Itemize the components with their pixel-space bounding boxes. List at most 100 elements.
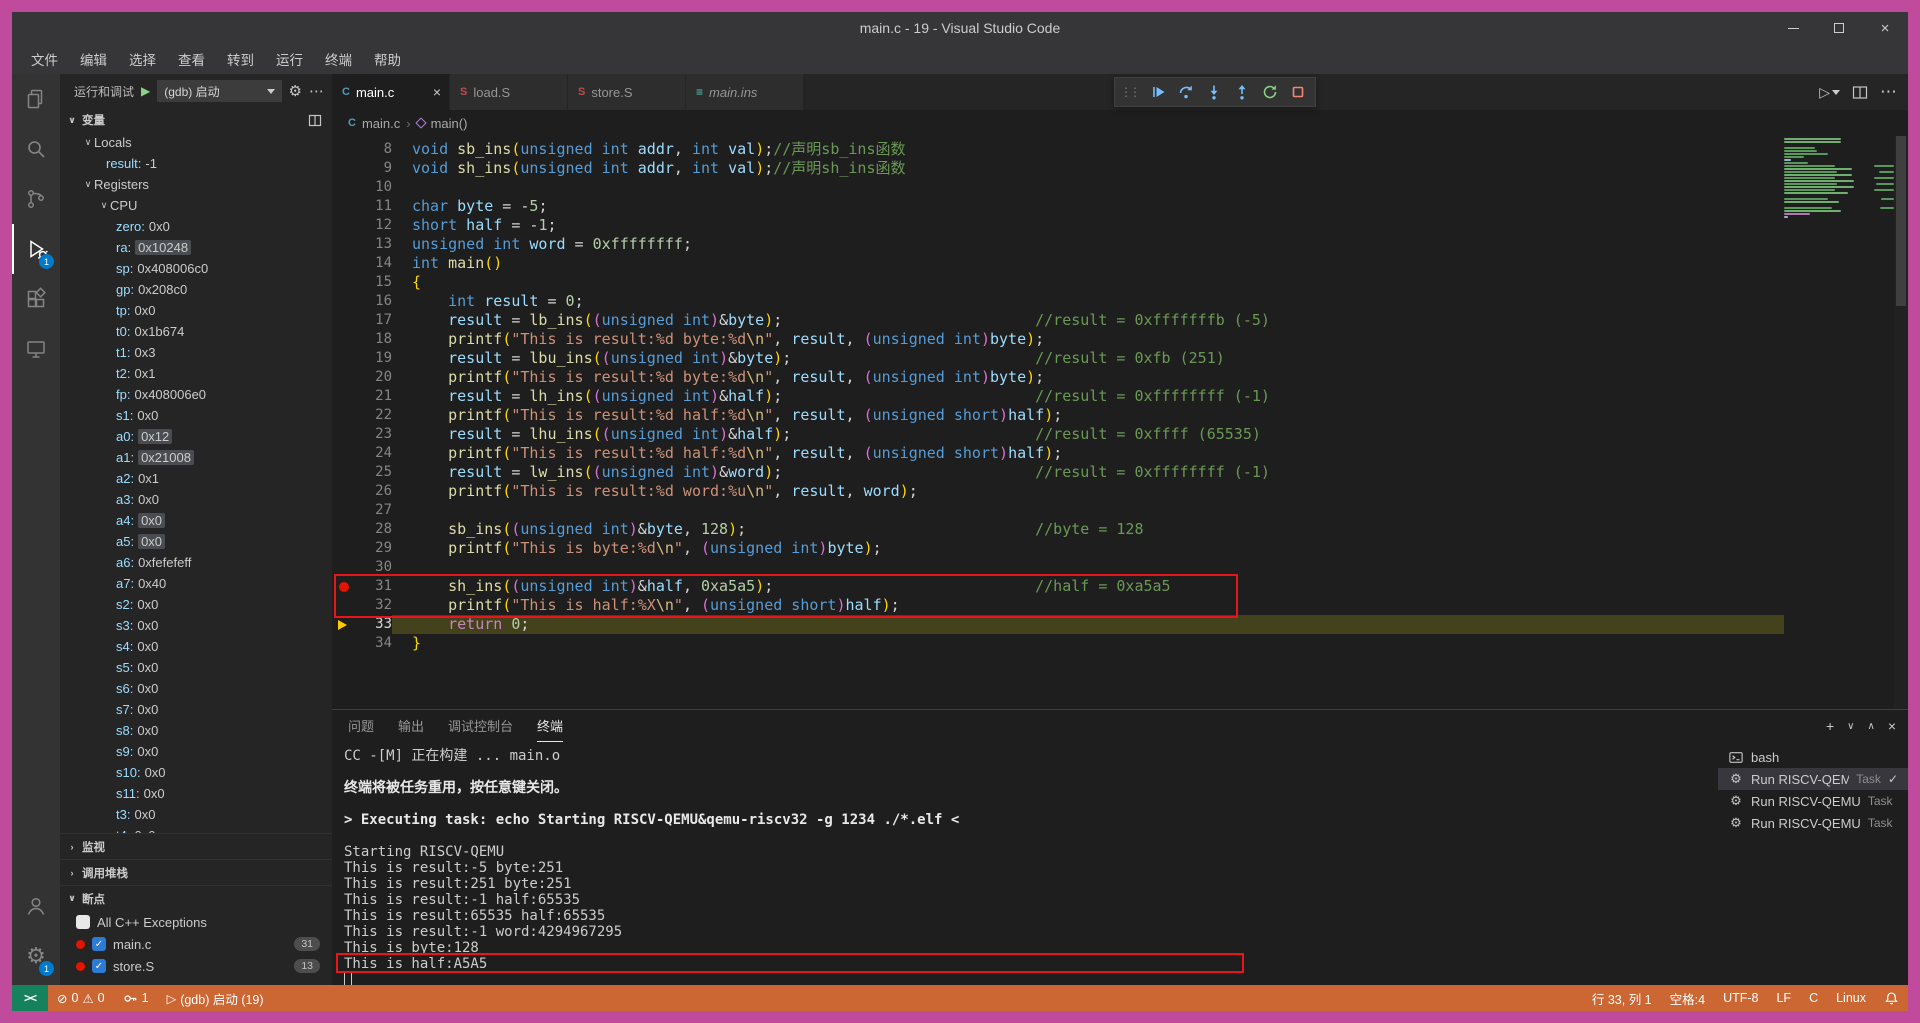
code-line[interactable]: 34}	[332, 634, 1784, 653]
register-row[interactable]: a1:0x21008	[60, 447, 332, 468]
debug-settings-gear-icon[interactable]: ⚙	[289, 84, 302, 99]
terminal-list-item[interactable]: ⚙Run RISCV-QEMUTask✓	[1718, 768, 1908, 790]
register-row[interactable]: gp:0x208c0	[60, 279, 332, 300]
register-row[interactable]: t2:0x1	[60, 363, 332, 384]
register-row[interactable]: s2:0x0	[60, 594, 332, 615]
register-row[interactable]: s6:0x0	[60, 678, 332, 699]
maximize-button[interactable]	[1816, 12, 1862, 44]
editor-scrollbar[interactable]	[1894, 136, 1908, 709]
register-row[interactable]: s1:0x0	[60, 405, 332, 426]
gutter-glyph[interactable]	[332, 368, 358, 387]
sidebar-item-extensions[interactable]	[12, 274, 60, 324]
register-row[interactable]: s7:0x0	[60, 699, 332, 720]
register-row[interactable]: t0:0x1b674	[60, 321, 332, 342]
register-row[interactable]: tp:0x0	[60, 300, 332, 321]
terminal-list-item[interactable]: bash	[1718, 746, 1908, 768]
register-row[interactable]: s11:0x0	[60, 783, 332, 804]
register-row[interactable]: a7:0x40	[60, 573, 332, 594]
code-line[interactable]: 29 printf("This is byte:%d\n", (unsigned…	[332, 539, 1784, 558]
gutter-glyph[interactable]	[332, 216, 358, 235]
gutter-glyph[interactable]	[332, 311, 358, 330]
register-row[interactable]: fp:0x408006e0	[60, 384, 332, 405]
breakpoint-row[interactable]: ✓store.S13	[60, 955, 332, 977]
register-row[interactable]: s3:0x0	[60, 615, 332, 636]
register-row[interactable]: s10:0x0	[60, 762, 332, 783]
callstack-section-header[interactable]: › 调用堆栈	[60, 859, 332, 885]
debug-step-over-button[interactable]	[1173, 79, 1199, 105]
encoding-status[interactable]: UTF-8	[1714, 985, 1767, 1011]
ports-indicator[interactable]: 1	[114, 985, 158, 1011]
remote-indicator[interactable]: ><	[12, 985, 48, 1011]
gutter-glyph[interactable]	[332, 159, 358, 178]
sidebar-item-run-debug[interactable]: 1	[12, 224, 60, 274]
code-line[interactable]: 8void sb_ins(unsigned int addr, int val)…	[332, 140, 1784, 159]
code-line[interactable]: 18 printf("This is result:%d byte:%d\n",…	[332, 330, 1784, 349]
menu-item-转到[interactable]: 转到	[216, 44, 265, 74]
notifications-button[interactable]	[1875, 985, 1908, 1011]
menu-item-文件[interactable]: 文件	[20, 44, 69, 74]
register-row[interactable]: zero:0x0	[60, 216, 332, 237]
run-file-button[interactable]: ▷	[1819, 84, 1840, 101]
terminal-output[interactable]: CC -[M] 正在构建 ... main.o终端将被任务重用，按任意键关闭。>…	[332, 742, 1718, 985]
tab-load.S[interactable]: Sload.S	[450, 74, 568, 110]
code-line[interactable]: 23 result = lhu_ins((unsigned int)&half)…	[332, 425, 1784, 444]
code-line[interactable]: 21 result = lh_ins((unsigned int)&half);…	[332, 387, 1784, 406]
minimap[interactable]	[1784, 138, 1894, 224]
account-button[interactable]	[12, 881, 60, 931]
code-line[interactable]: 27	[332, 501, 1784, 520]
panel-tab-问题[interactable]: 问题	[348, 710, 374, 742]
register-row[interactable]: ra:0x10248	[60, 237, 332, 258]
eol-status[interactable]: LF	[1767, 985, 1800, 1011]
code-line[interactable]: 17 result = lb_ins((unsigned int)&byte);…	[332, 311, 1784, 330]
code-line[interactable]: 26 printf("This is result:%d word:%u\n",…	[332, 482, 1784, 501]
register-row[interactable]: s8:0x0	[60, 720, 332, 741]
gutter-glyph[interactable]	[332, 197, 358, 216]
menu-item-编辑[interactable]: 编辑	[69, 44, 118, 74]
code-line[interactable]: 25 result = lw_ins((unsigned int)&word);…	[332, 463, 1784, 482]
gutter-glyph[interactable]	[332, 292, 358, 311]
gutter-glyph[interactable]	[332, 178, 358, 197]
drag-handle-icon[interactable]: ⋮⋮	[1119, 85, 1143, 99]
register-row[interactable]: a4:0x0	[60, 510, 332, 531]
register-row[interactable]: t4:0x0	[60, 825, 332, 833]
new-terminal-button[interactable]: +	[1826, 718, 1834, 734]
code-line[interactable]: 16 int result = 0;	[332, 292, 1784, 311]
gutter-glyph[interactable]	[332, 349, 358, 368]
code-line[interactable]: 28 sb_ins((unsigned int)&byte, 128);//by…	[332, 520, 1784, 539]
code-line[interactable]: 19 result = lbu_ins((unsigned int)&byte)…	[332, 349, 1784, 368]
debug-step-into-button[interactable]	[1201, 79, 1227, 105]
gutter-glyph[interactable]	[332, 444, 358, 463]
register-row[interactable]: t1:0x3	[60, 342, 332, 363]
code-line[interactable]: 20 printf("This is result:%d byte:%d\n",…	[332, 368, 1784, 387]
gutter-glyph[interactable]	[332, 330, 358, 349]
register-row[interactable]: s4:0x0	[60, 636, 332, 657]
breakpoints-section-header[interactable]: ∨ 断点	[60, 885, 332, 911]
tab-main.ins[interactable]: ≡main.ins	[686, 74, 804, 110]
menu-item-查看[interactable]: 查看	[167, 44, 216, 74]
gutter-glyph[interactable]	[332, 501, 358, 520]
debug-more-actions-icon[interactable]: ⋯	[309, 84, 324, 99]
breakpoint-checkbox[interactable]: ✓	[92, 937, 106, 951]
close-panel-icon[interactable]: ×	[1888, 718, 1896, 734]
tab-main.c[interactable]: Cmain.c×	[332, 74, 450, 110]
tree-locals[interactable]: ∨Locals	[60, 132, 332, 153]
terminal-list-item[interactable]: ⚙Run RISCV-QEMUTask	[1718, 790, 1908, 812]
gutter-glyph[interactable]	[332, 406, 358, 425]
terminal-dropdown-icon[interactable]: ∨	[1847, 721, 1854, 732]
breadcrumb-symbol[interactable]: main()	[431, 116, 468, 131]
scrollbar-thumb[interactable]	[1896, 136, 1906, 306]
menu-item-选择[interactable]: 选择	[118, 44, 167, 74]
split-editor-button[interactable]	[1852, 85, 1868, 100]
breakpoint-checkbox[interactable]: ✓	[92, 959, 106, 973]
language-mode[interactable]: C	[1800, 985, 1827, 1011]
gutter-glyph[interactable]	[332, 140, 358, 159]
register-row[interactable]: a3:0x0	[60, 489, 332, 510]
debug-start-button[interactable]: ▶	[141, 84, 150, 98]
register-row[interactable]: t3:0x0	[60, 804, 332, 825]
gutter-glyph[interactable]	[332, 539, 358, 558]
register-row[interactable]: a5:0x0	[60, 531, 332, 552]
code-line[interactable]: 9void sh_ins(unsigned int addr, int val)…	[332, 159, 1784, 178]
panel-tab-终端[interactable]: 终端	[537, 710, 563, 742]
code-line[interactable]: 22 printf("This is result:%d half:%d\n",…	[332, 406, 1784, 425]
menu-item-帮助[interactable]: 帮助	[363, 44, 412, 74]
